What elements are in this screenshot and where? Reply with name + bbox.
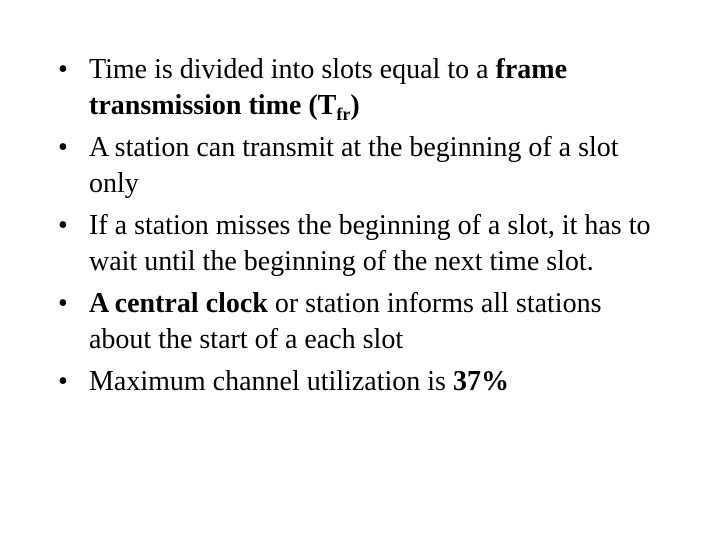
bullet-item: • A central clock or station informs all… — [58, 286, 658, 357]
bullet-item: • Time is divided into slots equal to a … — [58, 52, 658, 123]
bullet-icon: • — [58, 210, 68, 241]
bold-term: 37% — [452, 366, 509, 397]
bold-term: ) — [350, 89, 360, 121]
bullet-list: • Time is divided into slots equal to a … — [58, 52, 658, 407]
bullet-item: • A station can transmit at the beginnin… — [58, 130, 658, 201]
bullet-text: A station can transmit at the beginning … — [89, 132, 619, 199]
bullet-item: • If a station misses the beginning of a… — [58, 208, 658, 279]
bullet-item: • Maximum channel utilization is 37% — [58, 364, 658, 400]
bullet-icon: • — [58, 288, 68, 319]
bullet-icon: • — [58, 132, 68, 163]
bullet-icon: • — [58, 54, 68, 85]
bullet-text: Time is divided into slots equal to a — [89, 54, 496, 85]
bold-term: A central clock — [89, 288, 268, 319]
subscript: fr — [336, 103, 351, 124]
bullet-text: Maximum channel utilization is — [89, 366, 453, 397]
slide: • Time is divided into slots equal to a … — [0, 0, 720, 540]
bullet-text: If a station misses the beginning of a s… — [89, 210, 651, 277]
bullet-icon: • — [58, 366, 68, 397]
